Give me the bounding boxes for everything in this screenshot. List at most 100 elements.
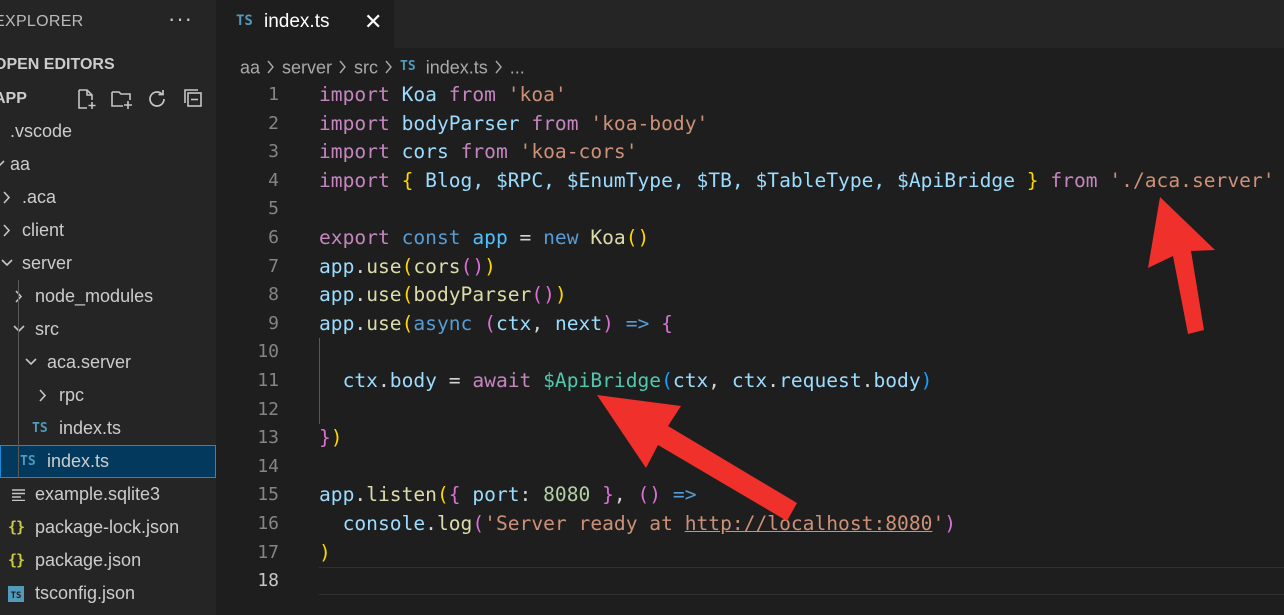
tree-item-aca[interactable]: .aca bbox=[0, 181, 216, 214]
code-token: from bbox=[531, 111, 579, 135]
breadcrumb-item[interactable]: aa bbox=[240, 57, 260, 77]
indent-guide bbox=[319, 338, 320, 425]
tree-item-label: package-lock.json bbox=[35, 517, 180, 537]
code-line[interactable]: 11 ctx.body = await $ApiBridge(ctx, ctx.… bbox=[216, 367, 1284, 396]
new-folder-icon[interactable] bbox=[110, 88, 134, 110]
code-token: from bbox=[448, 83, 496, 106]
code-editor[interactable]: 1 import Koa from 'koa' 2 import bodyParser… bbox=[216, 80, 1284, 615]
breadcrumb-item[interactable]: index.ts bbox=[426, 57, 488, 77]
code-text: app.use(cors()) bbox=[319, 253, 496, 282]
code-line[interactable]: 18 bbox=[216, 567, 1284, 596]
code-line[interactable]: 10 bbox=[216, 338, 1284, 367]
breadcrumb-item[interactable]: src bbox=[354, 57, 378, 77]
code-text: app.listen({ port: 8080 }, () => bbox=[319, 481, 697, 510]
code-line[interactable]: 5 bbox=[216, 195, 1284, 224]
code-token: $ApiBridge bbox=[543, 369, 662, 392]
tab-label: index.ts bbox=[264, 11, 330, 32]
line-number: 14 bbox=[257, 455, 279, 477]
code-token: { bbox=[448, 483, 461, 507]
code-line[interactable]: 16 console.log('Server ready at http://l… bbox=[216, 510, 1284, 539]
chevron-down-icon bbox=[25, 358, 37, 366]
code-line[interactable]: 6 export const app = new Koa() bbox=[216, 224, 1284, 253]
typescript-file-icon: TS bbox=[32, 421, 48, 436]
code-token: () bbox=[460, 254, 485, 278]
code-token: export bbox=[319, 226, 390, 249]
tree-item-aca-index-ts[interactable]: TS index.ts bbox=[0, 412, 216, 445]
tree-item-label: .vscode bbox=[10, 121, 73, 141]
workspace-header[interactable]: APP bbox=[0, 84, 216, 114]
tree-item-src[interactable]: src bbox=[0, 313, 216, 346]
chevron-right-icon bbox=[39, 389, 47, 402]
tree-item-vscode[interactable]: .vscode bbox=[0, 115, 216, 148]
code-token: () bbox=[625, 226, 650, 249]
tree-item-node-modules[interactable]: node_modules bbox=[0, 280, 216, 313]
code-token: ( bbox=[401, 311, 414, 335]
code-line[interactable]: 15 app.listen({ port: 8080 }, () => bbox=[216, 481, 1284, 510]
code-text: ctx.body = await $ApiBridge(ctx, ctx.req… bbox=[319, 367, 933, 396]
code-token: app bbox=[319, 311, 355, 335]
line-number: 12 bbox=[257, 398, 279, 420]
chevron-right-icon bbox=[385, 60, 392, 74]
tree-item-index-ts[interactable]: TS index.ts bbox=[0, 445, 216, 478]
code-token: . bbox=[425, 512, 437, 535]
tree-item-server[interactable]: server bbox=[0, 247, 216, 280]
code-line[interactable]: 1 import Koa from 'koa' bbox=[216, 81, 1284, 110]
code-token: import bbox=[319, 140, 390, 164]
line-number: 1 bbox=[268, 84, 279, 105]
tree-item-package-lock-json[interactable]: {} package-lock.json bbox=[0, 511, 216, 544]
collapse-all-icon[interactable] bbox=[182, 88, 206, 110]
code-token: app bbox=[319, 254, 355, 278]
chevron-right-icon bbox=[495, 60, 502, 74]
code-token: ( bbox=[401, 254, 414, 278]
code-token: ) bbox=[330, 426, 343, 450]
code-token: , bbox=[531, 311, 555, 335]
code-token: new bbox=[543, 226, 579, 249]
code-token: body bbox=[389, 369, 437, 392]
close-tab-icon[interactable]: ✕ bbox=[364, 9, 382, 35]
line-number: 15 bbox=[257, 484, 279, 506]
code-token: Blog, $RPC, $EnumType, $TB, $TableType, bbox=[413, 168, 898, 192]
breadcrumb-item[interactable]: server bbox=[282, 57, 332, 77]
line-number: 2 bbox=[268, 112, 279, 134]
code-line[interactable]: 14 bbox=[216, 453, 1284, 482]
code-token: ctx bbox=[731, 369, 768, 392]
code-token: from bbox=[1050, 168, 1098, 192]
code-line[interactable]: 13}) bbox=[216, 424, 1284, 453]
tree-item-label: server bbox=[22, 253, 73, 273]
tree-item-tsconfig-json[interactable]: TS tsconfig.json bbox=[0, 577, 216, 610]
tree-item-rpc[interactable]: rpc bbox=[0, 379, 216, 412]
tree-item-client[interactable]: client bbox=[0, 214, 216, 247]
tree-item-aa[interactable]: aa bbox=[0, 148, 216, 181]
tree-item-aca-server[interactable]: aca.server bbox=[0, 346, 216, 379]
line-number: 7 bbox=[268, 255, 279, 277]
code-line[interactable]: 7 app.use(cors()) bbox=[216, 253, 1284, 282]
more-actions-icon[interactable]: ··· bbox=[168, 6, 193, 32]
refresh-icon[interactable] bbox=[146, 88, 170, 110]
code-token: const bbox=[401, 226, 461, 249]
code-token: . bbox=[861, 369, 874, 392]
breadcrumb-item[interactable]: ... bbox=[510, 57, 525, 77]
code-text: ) bbox=[319, 539, 331, 568]
code-line[interactable]: 8 app.use(bodyParser()) bbox=[216, 281, 1284, 310]
tree-item-example-sqlite3[interactable]: example.sqlite3 bbox=[0, 478, 216, 511]
code-line[interactable]: 2 import bodyParser from 'koa-body' bbox=[216, 110, 1284, 139]
code-line[interactable]: 17) bbox=[216, 539, 1284, 568]
code-line[interactable]: 12 bbox=[216, 396, 1284, 425]
code-token: Koa bbox=[590, 226, 626, 249]
open-editors-header[interactable]: OPEN EDITORS bbox=[0, 52, 115, 78]
code-token: ( bbox=[401, 283, 414, 307]
code-text: import cors from 'koa-cors' bbox=[319, 138, 638, 167]
tree-item-package-json[interactable]: {} package.json bbox=[0, 544, 216, 577]
line-number: 4 bbox=[268, 169, 279, 191]
tab-index-ts[interactable]: TS index.ts ✕ bbox=[216, 0, 394, 48]
typescript-file-icon: TS bbox=[20, 454, 36, 469]
code-token: ' bbox=[932, 512, 945, 535]
code-line[interactable]: 9 app.use(async (ctx, next) => { bbox=[216, 310, 1284, 339]
code-line[interactable]: 3 import cors from 'koa-cors' bbox=[216, 138, 1284, 167]
new-file-icon[interactable] bbox=[74, 88, 98, 110]
chevron-down-icon bbox=[13, 325, 25, 333]
code-line[interactable]: 4 import { Blog, $RPC, $EnumType, $TB, $T… bbox=[216, 167, 1284, 196]
explorer-title: EXPLORER bbox=[0, 13, 84, 30]
